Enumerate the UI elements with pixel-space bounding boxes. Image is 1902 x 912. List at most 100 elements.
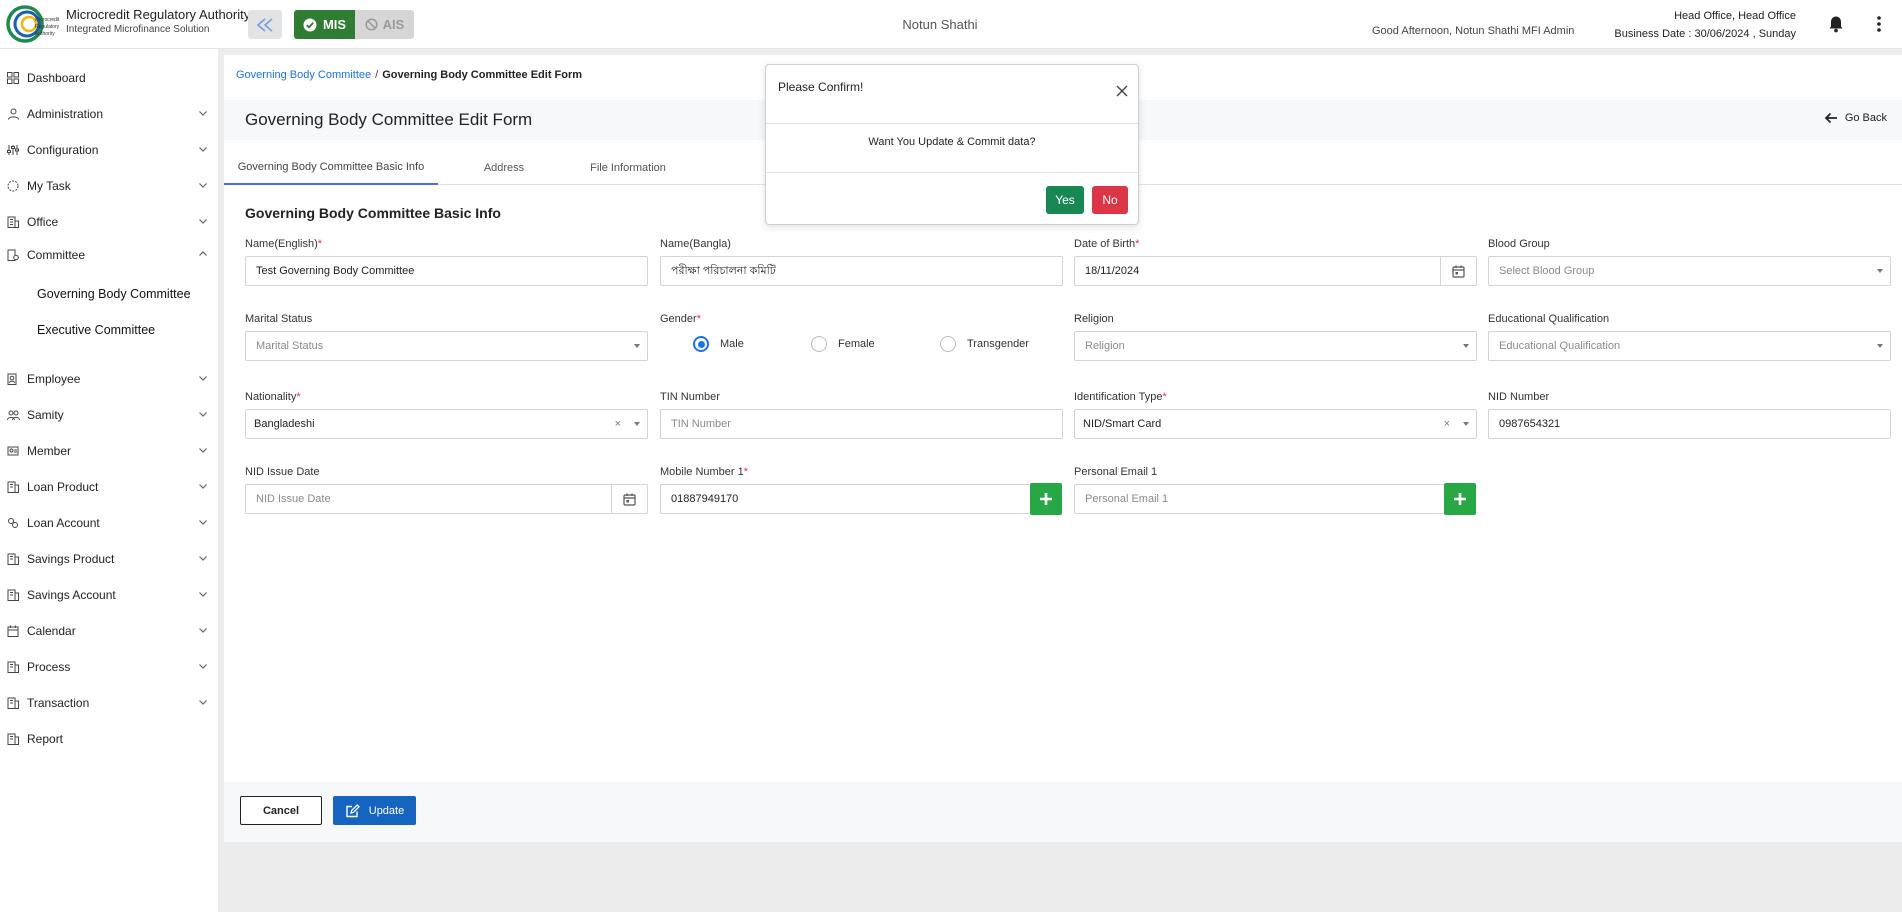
sidebar-item-samity[interactable]: Samity	[0, 402, 218, 428]
ais-mode-button[interactable]: AIS	[355, 10, 414, 39]
chevron-down-icon	[199, 628, 207, 633]
clear-icon[interactable]: ×	[615, 418, 621, 430]
ais-label: AIS	[382, 17, 405, 32]
go-back-button[interactable]: Go Back	[1824, 112, 1887, 124]
sidebar-item-member[interactable]: Member	[0, 438, 218, 464]
business-date: Business Date : 30/06/2024 , Sunday	[1614, 28, 1796, 40]
arrow-left-icon	[1824, 112, 1837, 124]
sidebar-item-savings-product[interactable]: Savings Product	[0, 546, 218, 572]
check-circle-icon	[303, 18, 317, 31]
chevron-down-icon	[199, 664, 207, 669]
mobile-input[interactable]: 01887949170	[660, 484, 1031, 514]
email-input[interactable]: Personal Email 1	[1074, 484, 1445, 514]
sidebar-item-savings-account[interactable]: Savings Account	[0, 582, 218, 608]
yes-button[interactable]: Yes	[1046, 186, 1084, 214]
sidebar-item-my-task[interactable]: My Task	[0, 173, 218, 199]
building-icon	[6, 215, 20, 229]
sidebar-item-label: Committee	[27, 248, 86, 262]
radio-dot	[693, 336, 709, 352]
chevron-down-icon	[199, 219, 207, 224]
sidebar-item-employee[interactable]: Employee	[0, 366, 218, 392]
close-icon[interactable]	[1116, 85, 1128, 97]
marital-status-select[interactable]: Marital Status	[245, 331, 648, 361]
employee-icon	[6, 372, 20, 386]
tab-address[interactable]: Address	[442, 150, 566, 185]
loan-product-icon	[6, 480, 20, 494]
gender-radio-female[interactable]: Female	[811, 336, 875, 352]
user-greeting: Good Afternoon, Notun Shathi MFI Admin	[1372, 25, 1575, 37]
chevron-down-icon	[199, 484, 207, 489]
dialog-divider	[766, 172, 1138, 173]
sidebar-collapse-button[interactable]	[248, 10, 282, 39]
bell-icon[interactable]	[1828, 15, 1844, 33]
religion-select[interactable]: Religion	[1074, 331, 1477, 361]
nid-input[interactable]: 0987654321	[1488, 409, 1891, 439]
blood-group-select[interactable]: Select Blood Group	[1488, 256, 1891, 286]
plus-icon	[1040, 493, 1052, 505]
tab-file-information[interactable]: File Information	[566, 150, 690, 185]
sidebar-item-label: Savings Account	[27, 588, 116, 602]
svg-text:Authority: Authority	[35, 31, 55, 37]
sidebar-item-label: Office	[27, 215, 59, 229]
sidebar-item-label: Calendar	[27, 624, 76, 638]
chevron-down-icon	[199, 556, 207, 561]
cancel-button[interactable]: Cancel	[240, 796, 322, 825]
mode-toggle: MIS AIS	[294, 10, 414, 39]
dob-input[interactable]: 18/11/2024	[1074, 256, 1477, 286]
gender-label: Gender*	[660, 313, 701, 325]
nid-issue-calendar-button[interactable]	[611, 485, 647, 513]
sidebar-item-administration[interactable]: Administration	[0, 101, 218, 127]
tab-basic-info[interactable]: Governing Body Committee Basic Info	[224, 150, 438, 185]
sidebar-item-calendar[interactable]: Calendar	[0, 618, 218, 644]
more-vertical-icon[interactable]	[1876, 15, 1882, 33]
add-mobile-button[interactable]	[1030, 483, 1062, 515]
add-email-button[interactable]	[1444, 483, 1476, 515]
caret-down-icon	[1463, 344, 1469, 348]
id-type-select[interactable]: NID/Smart Card ×	[1074, 409, 1477, 439]
sliders-icon	[6, 143, 20, 157]
sidebar-subitem-executive-committee[interactable]: Executive Committee	[37, 323, 155, 337]
name-bangla-input[interactable]: পরীক্ষা পরিচালনা কমিটি	[660, 256, 1063, 286]
sidebar-item-office[interactable]: Office	[0, 209, 218, 235]
sidebar-subitem-governing-body-committee[interactable]: Governing Body Committee	[37, 287, 191, 301]
dob-calendar-button[interactable]	[1440, 257, 1476, 285]
mis-mode-button[interactable]: MIS	[294, 10, 355, 39]
sidebar-item-transaction[interactable]: Transaction	[0, 690, 218, 716]
update-button[interactable]: Update	[333, 796, 416, 825]
sidebar-item-configuration[interactable]: Configuration	[0, 137, 218, 163]
gender-radio-male[interactable]: Male	[693, 336, 744, 352]
id-type-value: NID/Smart Card	[1083, 418, 1162, 430]
sidebar-item-dashboard[interactable]: Dashboard	[0, 65, 218, 91]
radio-dot	[940, 336, 956, 352]
sidebar-item-label: Loan Product	[27, 480, 99, 494]
brand-subtitle: Integrated Microfinance Solution	[66, 24, 210, 35]
nationality-label: Nationality*	[245, 391, 301, 403]
breadcrumb-link[interactable]: Governing Body Committee	[236, 69, 371, 81]
sidebar-item-loan-account[interactable]: Loan Account	[0, 510, 218, 536]
clear-icon[interactable]: ×	[1444, 418, 1450, 430]
no-button[interactable]: No	[1092, 186, 1128, 214]
sidebar-item-committee[interactable]: Committee	[0, 242, 218, 268]
blood-group-label: Blood Group	[1488, 238, 1550, 250]
tin-input[interactable]: TIN Number	[660, 409, 1063, 439]
mra-logo: Microcredit Regulatory Authority	[6, 5, 60, 43]
name-english-input[interactable]: Test Governing Body Committee	[245, 256, 648, 286]
calendar-icon	[6, 624, 20, 638]
nid-issue-input[interactable]: NID Issue Date	[245, 484, 648, 514]
education-select[interactable]: Educational Qualification	[1488, 331, 1891, 361]
sidebar-item-loan-product[interactable]: Loan Product	[0, 474, 218, 500]
ban-icon	[365, 18, 378, 31]
nationality-select[interactable]: Bangladeshi ×	[245, 409, 648, 439]
chevron-down-icon	[199, 700, 207, 705]
loan-account-icon	[6, 516, 20, 530]
svg-text:Regulatory: Regulatory	[35, 24, 60, 30]
gender-radio-transgender[interactable]: Transgender	[940, 336, 1029, 352]
caret-down-icon	[634, 422, 640, 426]
brand-title: Microcredit Regulatory Authority	[66, 7, 251, 22]
dob-value: 18/11/2024	[1085, 265, 1140, 277]
calendar-icon	[623, 493, 636, 506]
sidebar-item-label: Employee	[27, 372, 81, 386]
dialog-message: Want You Update & Commit data?	[868, 136, 1036, 148]
sidebar-item-report[interactable]: Report	[0, 726, 218, 752]
sidebar-item-process[interactable]: Process	[0, 654, 218, 680]
